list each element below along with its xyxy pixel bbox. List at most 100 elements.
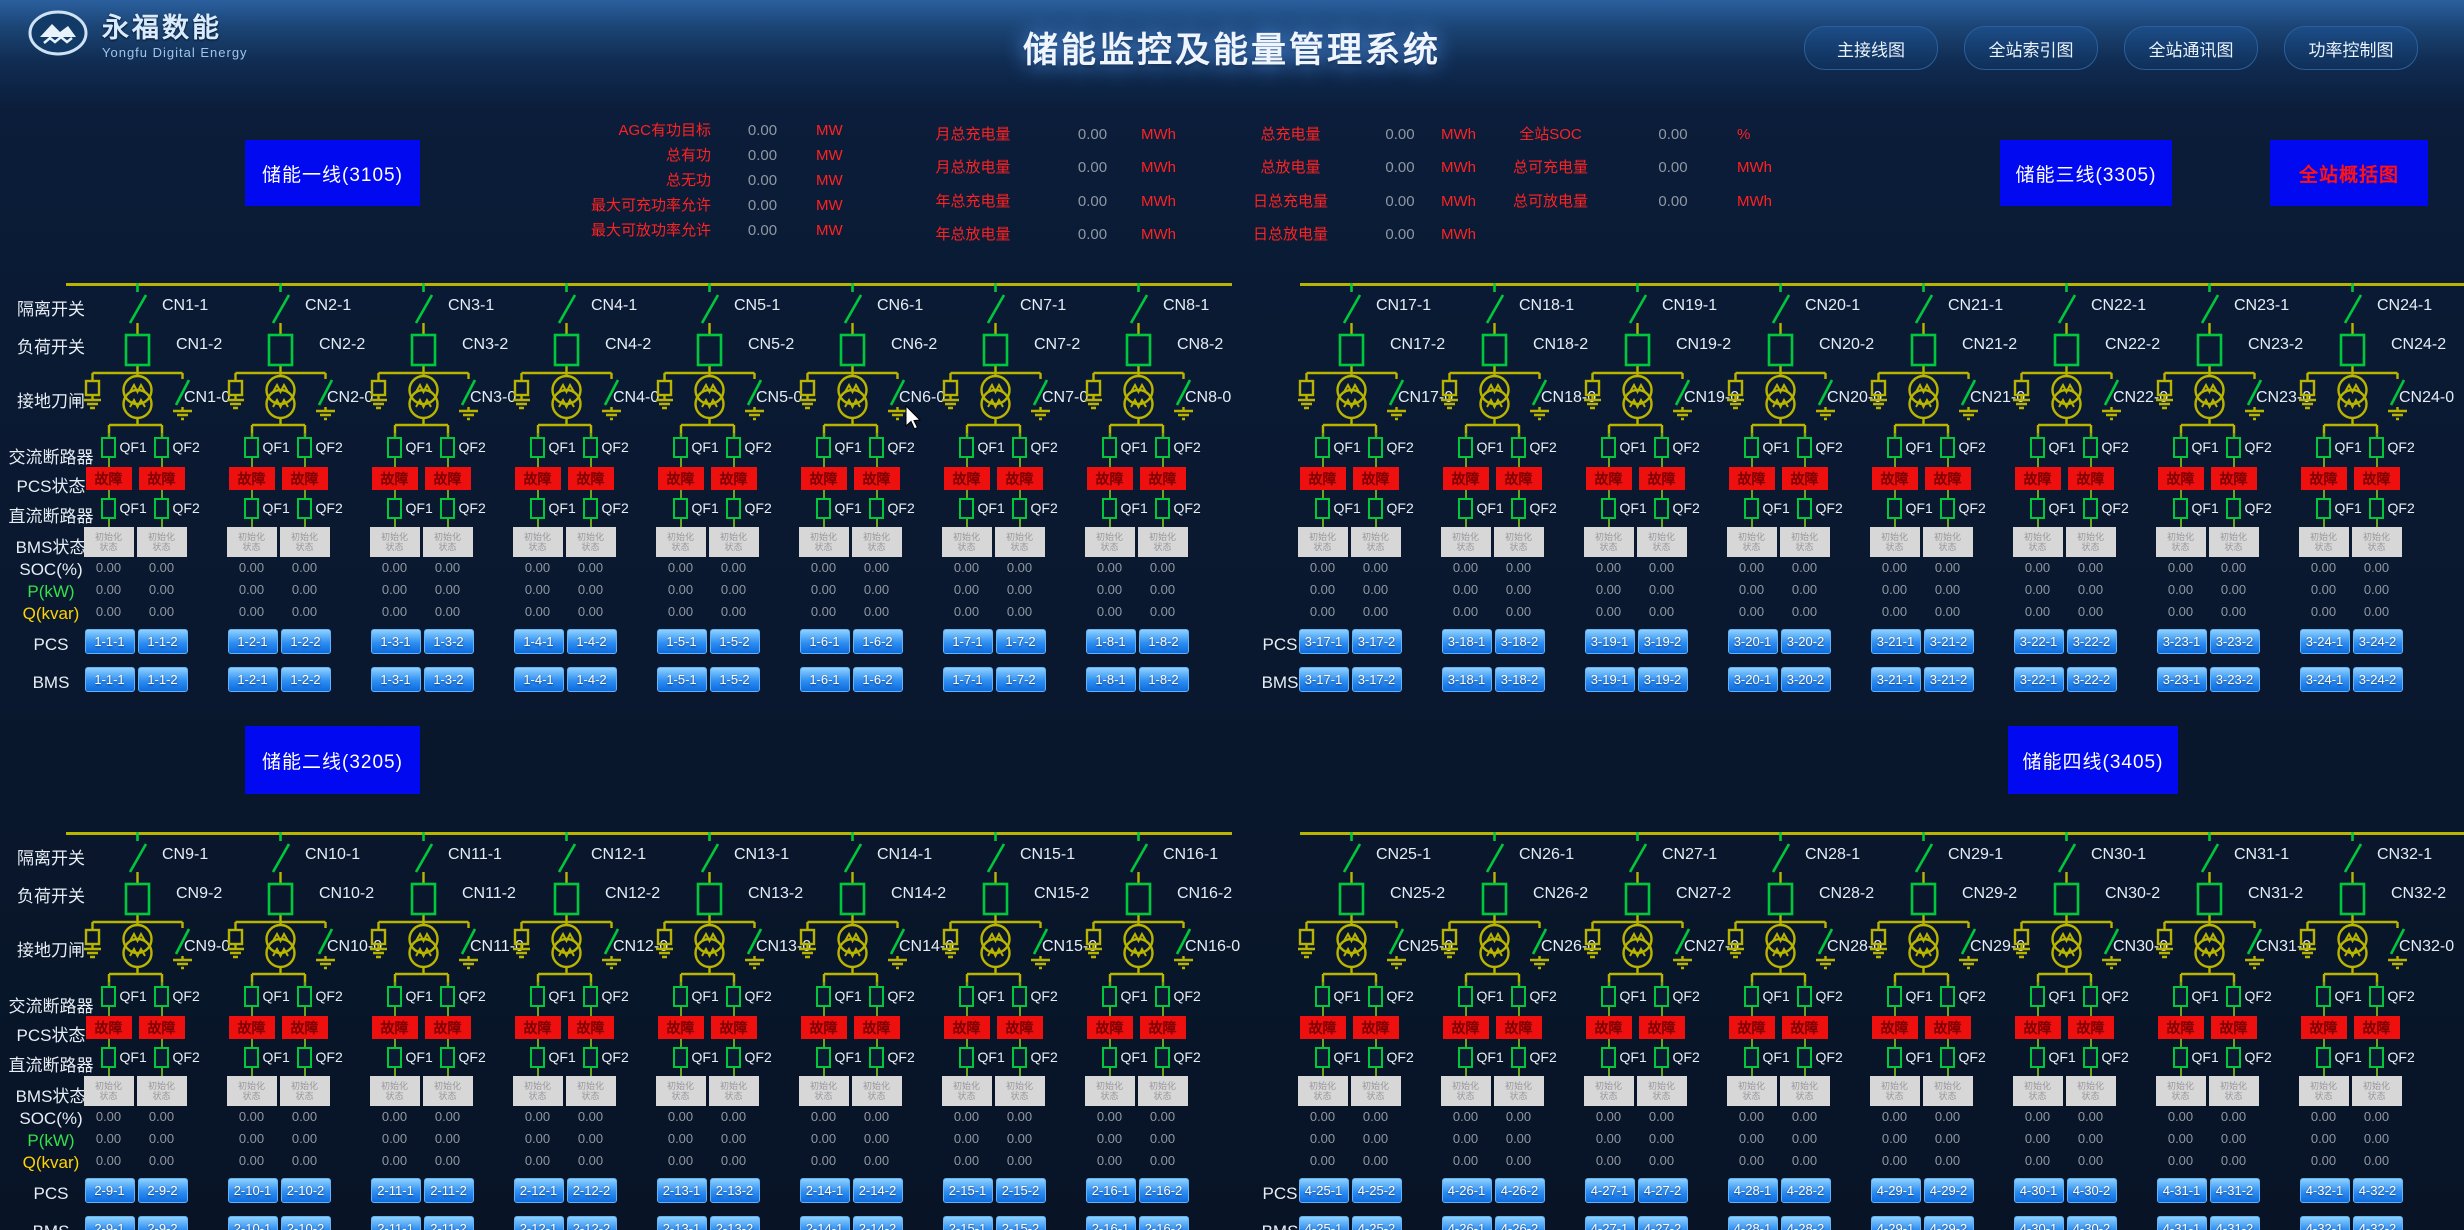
bms-unit-button[interactable]: 3-20-2 (1781, 667, 1831, 692)
ac-breaker-symbol[interactable] (1102, 437, 1117, 458)
feeder-oneline-diagram[interactable]: CN23-1 CN23-2 CN23-0 (2138, 283, 2281, 439)
pcs-unit-button[interactable]: 2-12-2 (567, 1178, 617, 1203)
bms-unit-button[interactable]: 4-31-1 (2157, 1216, 2207, 1230)
bms-unit-button[interactable]: 3-19-2 (1638, 667, 1688, 692)
feeder-oneline-diagram[interactable]: CN16-1 CN16-2 CN16-0 (1067, 832, 1210, 988)
dc-breaker-symbol[interactable] (816, 498, 831, 519)
dc-breaker-symbol[interactable] (2316, 498, 2331, 519)
pcs-unit-button[interactable]: 3-23-2 (2210, 629, 2260, 654)
bms-unit-button[interactable]: 3-18-1 (1442, 667, 1492, 692)
dc-breaker-symbol[interactable] (673, 1047, 688, 1068)
bms-unit-button[interactable]: 2-14-2 (853, 1216, 903, 1230)
pcs-unit-button[interactable]: 1-2-2 (281, 629, 331, 654)
bms-unit-button[interactable]: 3-21-2 (1924, 667, 1974, 692)
dc-breaker-symbol[interactable] (1012, 498, 1027, 519)
bms-unit-button[interactable]: 3-24-2 (2353, 667, 2403, 692)
pcs-unit-button[interactable]: 2-15-1 (943, 1178, 993, 1203)
bms-unit-button[interactable]: 3-23-1 (2157, 667, 2207, 692)
dc-breaker-symbol[interactable] (530, 498, 545, 519)
ac-breaker-symbol[interactable] (1601, 986, 1616, 1007)
bms-unit-button[interactable]: 2-10-1 (228, 1216, 278, 1230)
ac-breaker-symbol[interactable] (101, 986, 116, 1007)
bms-unit-button[interactable]: 3-17-2 (1352, 667, 1402, 692)
pcs-unit-button[interactable]: 1-1-1 (85, 629, 135, 654)
overview-button[interactable]: 全站概括图 (2270, 140, 2428, 206)
pcs-unit-button[interactable]: 3-21-1 (1871, 629, 1921, 654)
ac-breaker-symbol[interactable] (959, 437, 974, 458)
bms-unit-button[interactable]: 1-2-2 (281, 667, 331, 692)
pcs-unit-button[interactable]: 3-18-1 (1442, 629, 1492, 654)
dc-breaker-symbol[interactable] (2226, 498, 2241, 519)
bms-unit-button[interactable]: 2-15-1 (943, 1216, 993, 1230)
dc-breaker-symbol[interactable] (869, 1047, 884, 1068)
bms-unit-button[interactable]: 1-1-1 (85, 667, 135, 692)
section-button[interactable]: 储能三线(3305) (2000, 140, 2172, 206)
bms-unit-button[interactable]: 2-16-1 (1086, 1216, 1136, 1230)
ac-breaker-symbol[interactable] (1368, 437, 1383, 458)
ac-breaker-symbol[interactable] (440, 986, 455, 1007)
bms-unit-button[interactable]: 1-3-2 (424, 667, 474, 692)
pcs-unit-button[interactable]: 4-29-1 (1871, 1178, 1921, 1203)
dc-breaker-symbol[interactable] (1654, 1047, 1669, 1068)
feeder-oneline-diagram[interactable]: CN27-1 CN27-2 CN27-0 (1566, 832, 1709, 988)
pcs-unit-button[interactable]: 2-16-2 (1139, 1178, 1189, 1203)
dc-breaker-symbol[interactable] (583, 1047, 598, 1068)
bms-unit-button[interactable]: 1-4-1 (514, 667, 564, 692)
ac-breaker-symbol[interactable] (2369, 437, 2384, 458)
dc-breaker-symbol[interactable] (297, 1047, 312, 1068)
dc-breaker-symbol[interactable] (530, 1047, 545, 1068)
dc-breaker-symbol[interactable] (673, 498, 688, 519)
dc-breaker-symbol[interactable] (1797, 498, 1812, 519)
ac-breaker-symbol[interactable] (2030, 986, 2045, 1007)
feeder-oneline-diagram[interactable]: CN5-1 CN5-2 CN5-0 (638, 283, 781, 439)
feeder-oneline-diagram[interactable]: CN10-1 CN10-2 CN10-0 (209, 832, 352, 988)
pcs-unit-button[interactable]: 3-20-1 (1728, 629, 1778, 654)
pcs-unit-button[interactable]: 1-1-2 (138, 629, 188, 654)
pcs-unit-button[interactable]: 4-27-1 (1585, 1178, 1635, 1203)
dc-breaker-symbol[interactable] (583, 498, 598, 519)
feeder-oneline-diagram[interactable]: CN22-1 CN22-2 CN22-0 (1995, 283, 2138, 439)
ac-breaker-symbol[interactable] (1940, 986, 1955, 1007)
feeder-oneline-diagram[interactable]: CN31-1 CN31-2 CN31-0 (2138, 832, 2281, 988)
dc-breaker-symbol[interactable] (1458, 1047, 1473, 1068)
pcs-unit-button[interactable]: 1-4-1 (514, 629, 564, 654)
pcs-unit-button[interactable]: 4-28-2 (1781, 1178, 1831, 1203)
ac-breaker-symbol[interactable] (2173, 986, 2188, 1007)
ac-breaker-symbol[interactable] (1887, 437, 1902, 458)
section-button[interactable]: 储能二线(3205) (245, 726, 420, 794)
ac-breaker-symbol[interactable] (1458, 986, 1473, 1007)
pcs-unit-button[interactable]: 2-15-2 (996, 1178, 1046, 1203)
pcs-unit-button[interactable]: 1-7-2 (996, 629, 1046, 654)
ac-breaker-symbol[interactable] (2173, 437, 2188, 458)
nav-button-station-index[interactable]: 全站索引图 (1964, 26, 2098, 70)
pcs-unit-button[interactable]: 3-24-1 (2300, 629, 2350, 654)
ac-breaker-symbol[interactable] (959, 986, 974, 1007)
dc-breaker-symbol[interactable] (440, 1047, 455, 1068)
pcs-unit-button[interactable]: 2-11-2 (424, 1178, 474, 1203)
ac-breaker-symbol[interactable] (1744, 986, 1759, 1007)
pcs-unit-button[interactable]: 1-6-1 (800, 629, 850, 654)
ac-breaker-symbol[interactable] (2083, 986, 2098, 1007)
dc-breaker-symbol[interactable] (440, 498, 455, 519)
nav-button-station-comm[interactable]: 全站通讯图 (2124, 26, 2258, 70)
bms-unit-button[interactable]: 4-31-2 (2210, 1216, 2260, 1230)
bms-unit-button[interactable]: 3-17-1 (1299, 667, 1349, 692)
ac-breaker-symbol[interactable] (101, 437, 116, 458)
nav-button-main-wiring[interactable]: 主接线图 (1804, 26, 1938, 70)
feeder-oneline-diagram[interactable]: CN32-1 CN32-2 CN32-0 (2281, 832, 2424, 988)
ac-breaker-symbol[interactable] (1368, 986, 1383, 1007)
dc-breaker-symbol[interactable] (1315, 498, 1330, 519)
ac-breaker-symbol[interactable] (1155, 437, 1170, 458)
ac-breaker-symbol[interactable] (869, 986, 884, 1007)
feeder-oneline-diagram[interactable]: CN28-1 CN28-2 CN28-0 (1709, 832, 1852, 988)
pcs-unit-button[interactable]: 4-30-1 (2014, 1178, 2064, 1203)
bms-unit-button[interactable]: 2-9-1 (85, 1216, 135, 1230)
ac-breaker-symbol[interactable] (244, 437, 259, 458)
bms-unit-button[interactable]: 4-28-2 (1781, 1216, 1831, 1230)
ac-breaker-symbol[interactable] (816, 437, 831, 458)
bms-unit-button[interactable]: 2-16-2 (1139, 1216, 1189, 1230)
ac-breaker-symbol[interactable] (816, 986, 831, 1007)
pcs-unit-button[interactable]: 2-12-1 (514, 1178, 564, 1203)
feeder-oneline-diagram[interactable]: CN24-1 CN24-2 CN24-0 (2281, 283, 2424, 439)
pcs-unit-button[interactable]: 3-21-2 (1924, 629, 1974, 654)
